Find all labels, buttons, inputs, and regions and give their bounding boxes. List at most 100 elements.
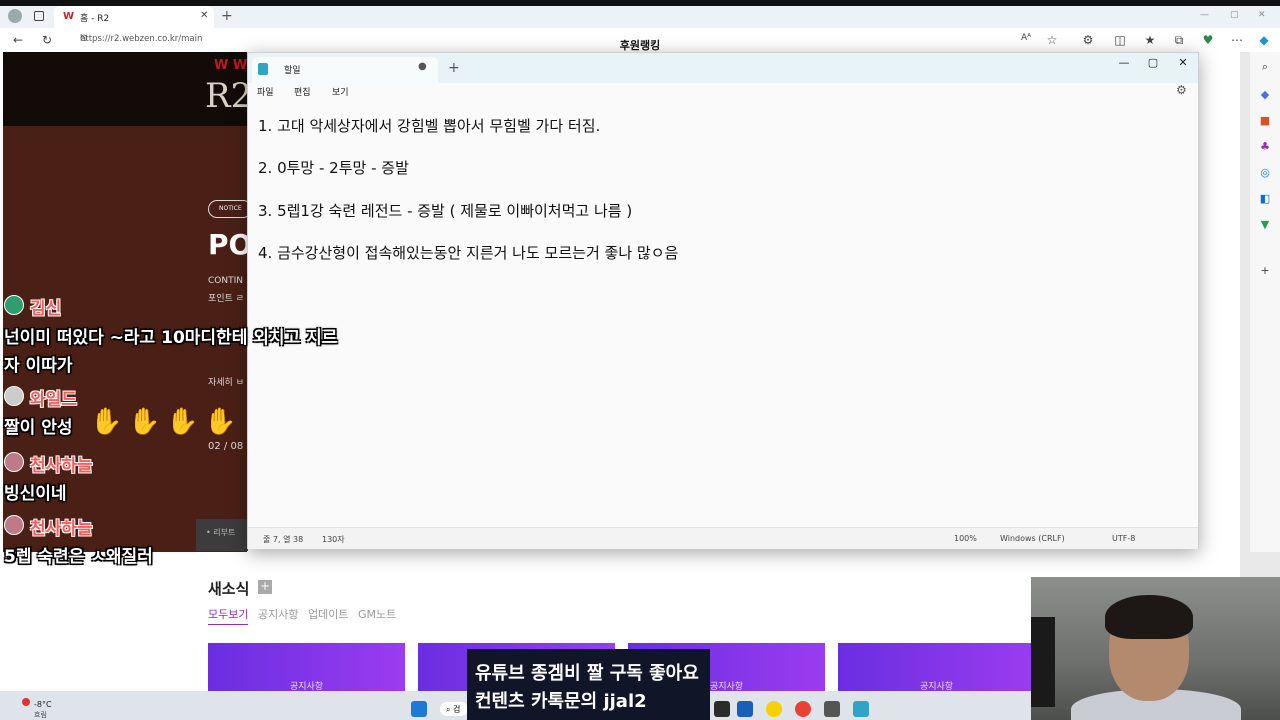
chat-username: 천사하늘	[30, 519, 93, 539]
minimize-icon[interactable]: —	[1200, 10, 1209, 20]
split-screen-icon[interactable]: ◫	[1112, 33, 1128, 47]
new-tab-button[interactable]: +	[221, 8, 233, 24]
chat-username: 김신	[30, 299, 62, 319]
news-tab-gm[interactable]: GM노트	[358, 606, 396, 622]
search-stub: 검	[453, 705, 461, 714]
notepad-tab[interactable]	[252, 57, 438, 83]
search-icon[interactable]: ⌕	[1258, 60, 1272, 74]
chat-message: 5렙 숙련은 ㅅ왜질러	[4, 547, 153, 567]
news-card[interactable]: 공지사항	[838, 643, 1035, 692]
drop-icon[interactable]: ▼	[1258, 218, 1272, 232]
chat-username: 천사하늘	[30, 456, 93, 476]
kakaotalk-icon[interactable]	[766, 701, 782, 717]
webzen-favicon-icon: W	[63, 11, 75, 22]
games-icon[interactable]: ♣	[1258, 140, 1272, 154]
extensions-icon[interactable]: ⚙	[1080, 33, 1096, 47]
weather-alert-badge	[22, 698, 30, 706]
hand-emoji-icon: ✋	[128, 407, 161, 437]
slide-pager[interactable]: 02 / 08	[208, 441, 243, 452]
detail-link[interactable]: 자세히 ㅂ	[208, 375, 244, 388]
char-count: 130자	[322, 535, 345, 544]
hero-subtitle-2: 포인트 ㄹ	[208, 294, 244, 304]
address-bar[interactable]: https://r2.webzen.co.kr/main	[80, 34, 202, 44]
cursor-position: 줄 7, 열 38	[263, 535, 304, 544]
text-line: 2. 0투망 - 2투망 - 증발	[258, 159, 409, 177]
read-aloud-icon[interactable]: Aᴬ	[1018, 33, 1034, 43]
streamer-hair	[1105, 595, 1193, 639]
add-sidebar-icon[interactable]: +	[1258, 264, 1272, 278]
chat-message: 빙신이네	[4, 484, 67, 504]
mail-icon[interactable]	[737, 701, 753, 717]
chrome-icon[interactable]	[795, 701, 811, 717]
notepad-close-icon[interactable]: ✕	[1173, 56, 1193, 69]
chat-message: 넌이미 떠있다 ~라고 10마디한테 외치고 지르	[4, 328, 338, 348]
news-card[interactable]: 공지사항	[208, 643, 405, 692]
news-more-button[interactable]: +	[258, 580, 272, 594]
zoom-level[interactable]: 100%	[954, 534, 977, 543]
weather-temp[interactable]: -8°C	[34, 700, 52, 709]
profile-icon[interactable]	[8, 9, 22, 23]
notepad-icon	[258, 63, 268, 75]
menu-file[interactable]: 파일	[257, 85, 274, 98]
unsaved-dot-icon[interactable]: ●	[418, 61, 427, 72]
caption-line-2: 컨텐츠 카톡문의 jjal2	[475, 691, 647, 712]
m365-icon[interactable]: ◎	[1258, 166, 1272, 180]
text-line: 1. 고대 악세상자에서 강힘벨 뽑아서 무힘벨 가다 터짐.	[258, 117, 601, 135]
encoding[interactable]: UTF-8	[1112, 534, 1135, 543]
review-ticker[interactable]: • 리부트	[196, 519, 248, 551]
tag-icon[interactable]: ◆	[1258, 88, 1272, 102]
text-line: 4. 금수강산형이 접속해있는동안 지른거 나도 모르는거 좋나 많ㅇ음	[258, 244, 679, 262]
menu-edit[interactable]: 편집	[294, 85, 311, 98]
menu-view[interactable]: 보기	[332, 85, 349, 98]
refresh-icon[interactable]: ↻	[39, 33, 55, 47]
chat-message: 짤이 안성	[4, 418, 73, 438]
notepad-minimize-icon[interactable]: —	[1114, 56, 1134, 69]
tab-actions-icon[interactable]	[34, 11, 44, 21]
news-section-title: 새소식	[208, 580, 250, 598]
notepad-tab-title: 할일	[284, 66, 301, 76]
browser-essentials-icon[interactable]: ♥	[1200, 33, 1216, 47]
hero-headline: PO	[208, 228, 253, 261]
favorites-icon[interactable]: ★	[1142, 33, 1158, 47]
stream-caption-banner: 유튜브 종겜비 짤 구독 좋아요 컨텐츠 카톡문의 jjal2	[467, 649, 710, 720]
webzen-logo-icon[interactable]: W W	[214, 58, 247, 73]
terminal-icon[interactable]	[714, 701, 730, 717]
hand-emoji-icon: ✋	[90, 407, 123, 437]
notepad-new-tab-button[interactable]: +	[448, 60, 460, 76]
microphone	[1031, 617, 1055, 707]
favorite-star-icon[interactable]: ☆	[1044, 33, 1060, 47]
collections-icon[interactable]: ⧉	[1171, 33, 1187, 48]
chat-message: 자 이따가	[4, 356, 73, 376]
text-line: 3. 5렙1강 숙련 레전드 - 증발 ( 제물로 이빠이처먹고 나름 )	[258, 202, 633, 220]
notepad-maximize-icon[interactable]: ▢	[1143, 56, 1163, 69]
more-menu-icon[interactable]: ⋯	[1229, 33, 1245, 47]
webcam-feed	[1031, 577, 1280, 720]
hero-subtitle: CONTIN	[208, 276, 243, 286]
copilot-icon[interactable]: ◆	[1256, 33, 1272, 47]
back-icon[interactable]: ←	[10, 33, 26, 47]
r2-logo[interactable]: R2	[205, 76, 252, 116]
tab-home-r2[interactable]: 홈 - R2	[54, 6, 214, 28]
tab-title: 홈 - R2	[80, 14, 110, 24]
notepad-taskbar-icon[interactable]	[853, 701, 869, 717]
line-ending[interactable]: Windows (CRLF)	[1000, 534, 1065, 543]
news-tab-all[interactable]: 모두보기	[208, 606, 249, 625]
start-icon[interactable]	[411, 701, 427, 717]
notepad-window: 할일 ● + — ▢ ✕ 파일 편집 보기 ⚙ 1. 고대 악세상자에서 강힘벨…	[247, 52, 1199, 549]
news-tab-update[interactable]: 업데이트	[308, 606, 348, 622]
chat-avatar	[4, 386, 24, 406]
r2-app-icon[interactable]	[824, 701, 840, 717]
toolbox-icon[interactable]: ■	[1258, 114, 1272, 128]
notepad-menubar	[248, 83, 1198, 103]
chat-avatar	[4, 515, 24, 535]
chat-username: 와일드	[30, 390, 77, 410]
settings-gear-icon[interactable]: ⚙	[1176, 83, 1187, 97]
close-window-icon[interactable]: ✕	[1258, 10, 1266, 20]
tab-close-icon[interactable]: ✕	[200, 10, 208, 21]
weather-desc: 흐림	[34, 711, 47, 719]
taskbar-search[interactable]: ⌕ 검	[440, 702, 468, 716]
maximize-icon[interactable]: ▢	[1230, 10, 1239, 20]
notice-badge: NOTICE	[208, 200, 252, 218]
outlook-icon[interactable]: ◧	[1258, 192, 1272, 206]
news-tab-notice[interactable]: 공지사항	[258, 606, 298, 622]
